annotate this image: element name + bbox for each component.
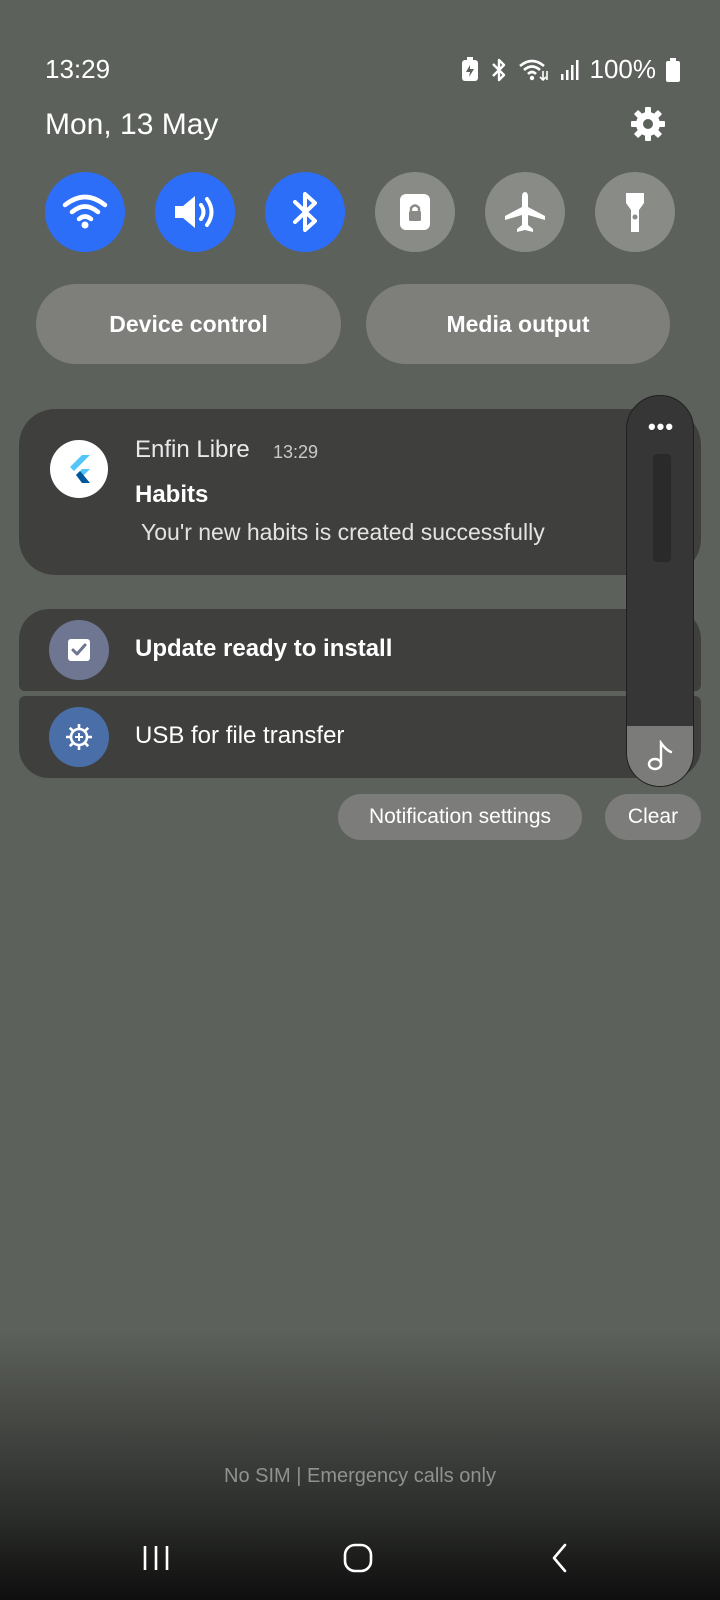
sim-status-text: No SIM | Emergency calls only <box>224 1465 496 1487</box>
battery-icon <box>666 57 680 82</box>
usb-label: USB for file transfer <box>135 722 345 749</box>
flashlight-icon <box>626 193 644 232</box>
status-icons: 100% <box>460 54 680 85</box>
bluetooth-icon <box>293 192 317 232</box>
qs-wifi-toggle[interactable] <box>45 172 125 252</box>
notification-title: Habits <box>135 481 209 508</box>
edge-panel-handle[interactable] <box>653 454 671 562</box>
usb-notification[interactable]: USB for file transfer <box>19 696 701 778</box>
notification-text: You'r new habits is created successfully <box>141 519 545 545</box>
airplane-icon <box>505 192 545 232</box>
sound-icon <box>175 196 214 228</box>
flutter-app-icon <box>50 440 108 498</box>
wifi-status-icon <box>518 58 550 82</box>
notification-time: 13:29 <box>273 442 319 462</box>
qs-flashlight-toggle[interactable] <box>595 172 675 252</box>
notification-app-name: Enfin Libre <box>135 436 250 463</box>
update-checkbox-icon <box>49 620 109 680</box>
device-control-button[interactable]: Device control <box>36 284 341 364</box>
media-output-button[interactable]: Media output <box>366 284 670 364</box>
qs-sound-toggle[interactable] <box>155 172 235 252</box>
qs-bluetooth-toggle[interactable] <box>265 172 345 252</box>
lock-rotation-icon <box>400 194 430 230</box>
update-notification[interactable]: Update ready to install <box>19 609 701 691</box>
status-time: 13:29 <box>45 54 111 84</box>
signal-icon <box>560 59 580 81</box>
usb-gear-icon <box>49 707 109 767</box>
status-bar: 13:29 100% <box>0 40 720 96</box>
recent-apps-icon[interactable] <box>126 1528 186 1588</box>
settings-gear-icon[interactable] <box>628 104 668 144</box>
qs-airplane-toggle[interactable] <box>485 172 565 252</box>
navigation-bar <box>0 1528 720 1588</box>
quick-settings-row <box>45 172 675 252</box>
qs-rotation-lock-toggle[interactable] <box>375 172 455 252</box>
more-options-icon[interactable]: ••• <box>627 414 695 440</box>
battery-percent: 100% <box>589 54 657 84</box>
battery-saver-icon <box>460 56 480 83</box>
music-note-icon[interactable] <box>627 726 693 786</box>
update-label: Update ready to install <box>135 635 393 662</box>
edge-panel[interactable]: ••• <box>626 395 694 787</box>
bluetooth-status-icon <box>490 57 508 83</box>
home-icon[interactable] <box>328 1528 388 1588</box>
clear-button[interactable]: Clear <box>605 794 701 840</box>
wifi-icon <box>62 194 108 229</box>
app-notification-card[interactable]: Enfin Libre 13:29 Habits You'r new habit… <box>19 409 701 575</box>
back-icon[interactable] <box>530 1528 590 1588</box>
date-label: Mon, 13 May <box>45 108 219 141</box>
notification-settings-button[interactable]: Notification settings <box>338 794 582 840</box>
